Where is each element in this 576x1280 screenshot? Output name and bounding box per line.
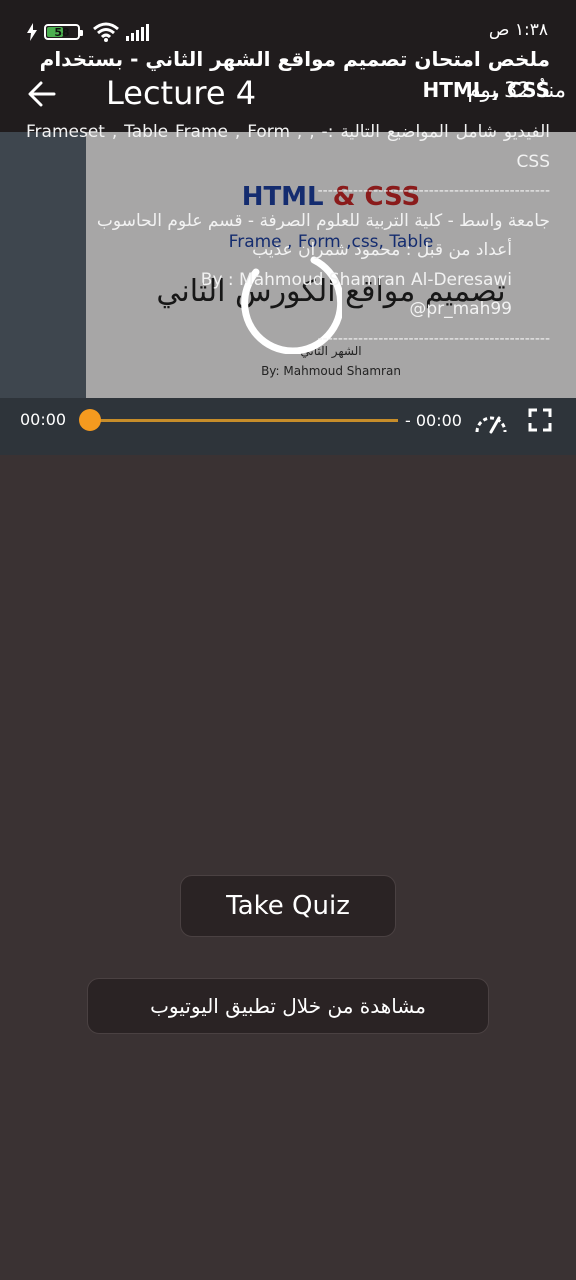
lecture-title: ملخص امتحان تصميم مواقع الشهر الثاني - ب…	[39, 47, 550, 102]
separator: ----------------------------------------…	[317, 330, 550, 347]
description-line: By : Mahmoud Shamran Al-Deresawi	[200, 269, 512, 290]
seek-thumb[interactable]	[79, 409, 101, 431]
wifi-icon	[93, 22, 119, 42]
description-line: أعداد من قبل : محمود شمران عذيب	[252, 240, 512, 260]
watch-youtube-button[interactable]: مشاهدة من خلال تطبيق اليوتيوب	[87, 978, 489, 1034]
fullscreen-icon[interactable]	[528, 408, 552, 432]
video-controls: 00:00 - 00:00	[0, 398, 576, 455]
playback-speed-icon[interactable]	[474, 406, 508, 436]
charging-icon	[27, 23, 37, 41]
battery-icon: 58	[44, 24, 83, 40]
seek-bar[interactable]	[90, 419, 398, 422]
cellular-signal-icon	[126, 24, 149, 41]
remaining-time: - 00:00	[405, 411, 462, 430]
battery-level: 58	[54, 25, 70, 39]
status-icons: 58	[26, 20, 152, 44]
take-quiz-button[interactable]: Take Quiz	[180, 875, 396, 937]
description-line: الفيديو شامل المواضيع التالية :- , Frame…	[26, 122, 550, 172]
description-line: @pr_mah99	[409, 299, 512, 319]
lecture-description: الفيديو شامل المواضيع التالية :- , Frame…	[26, 118, 550, 354]
current-time: 00:00	[20, 410, 67, 429]
status-time: ١:٣٨ ص	[488, 20, 548, 40]
separator: ----------------------------------------…	[317, 183, 550, 199]
description-line: جامعة واسط - كلية التربية للعلوم الصرفة …	[96, 210, 550, 231]
